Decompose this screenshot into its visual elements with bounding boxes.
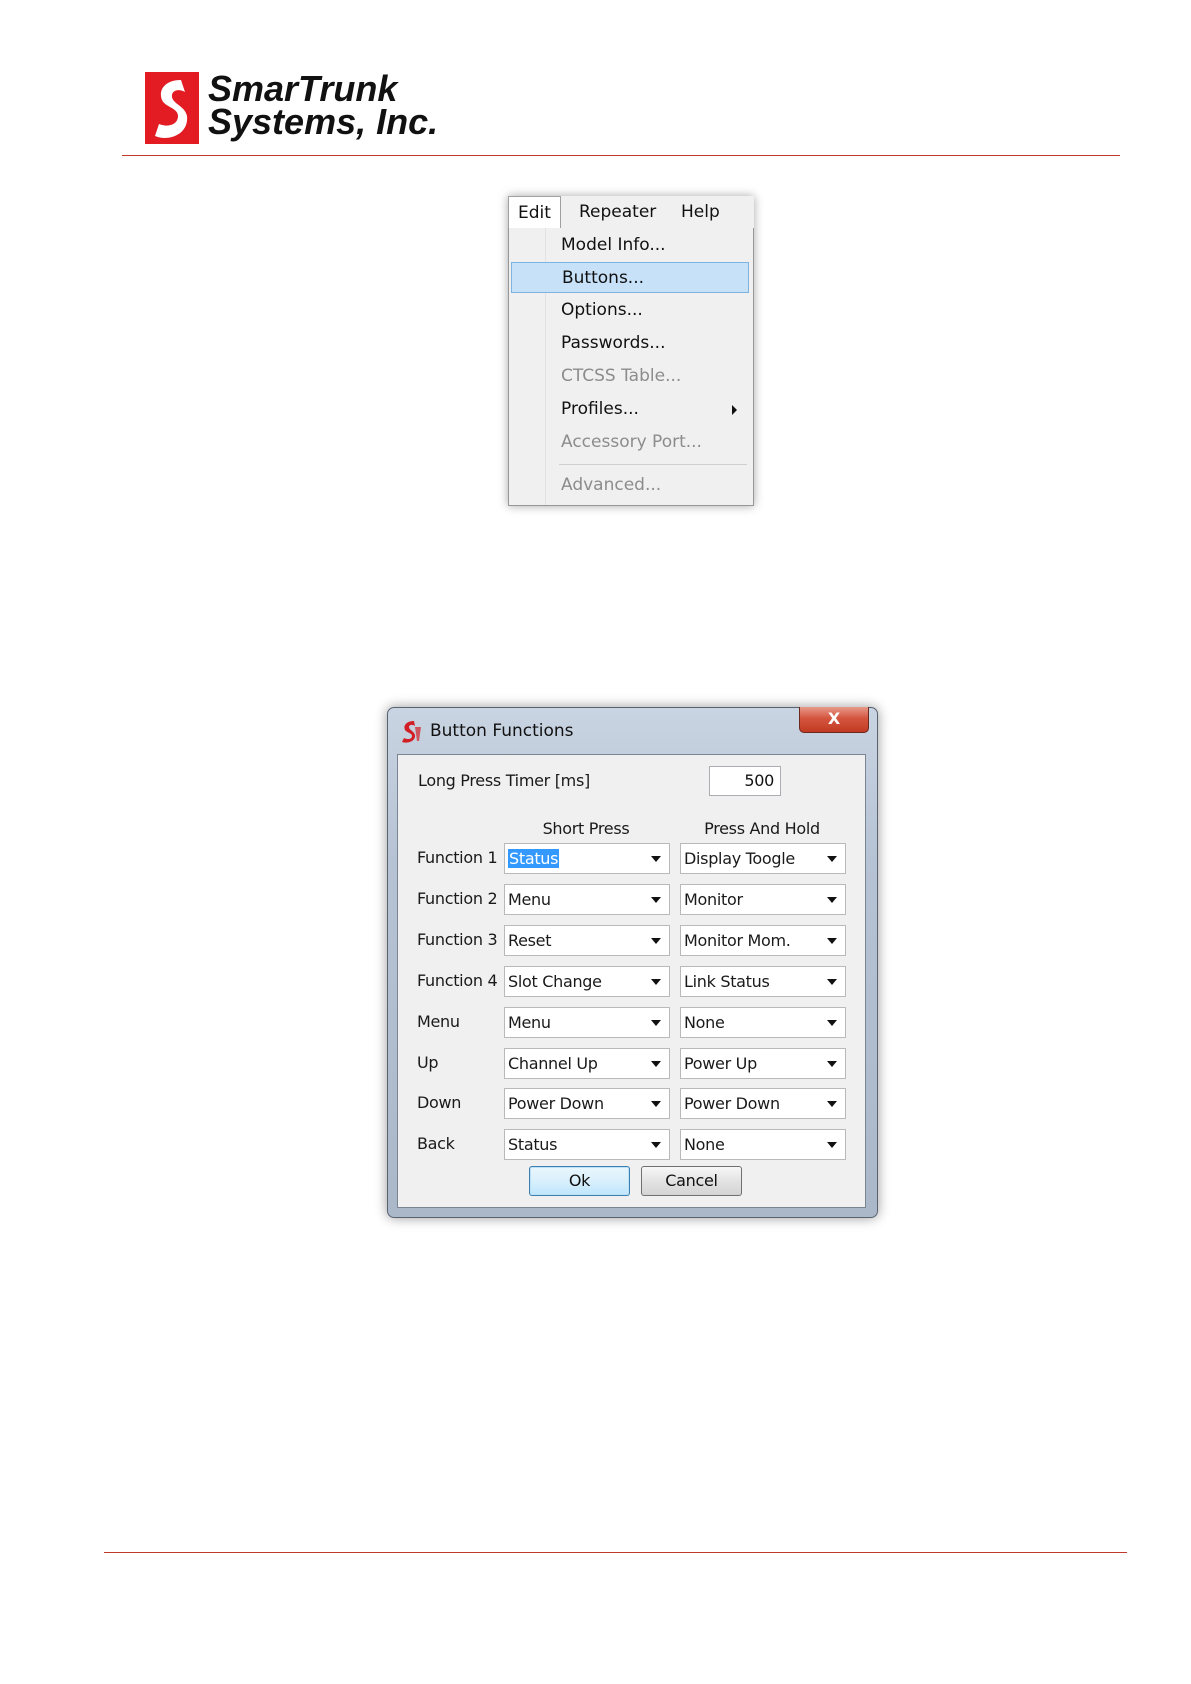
function-4-press-hold-select[interactable]: Link Status (680, 966, 846, 997)
function-1-press-hold-select[interactable]: Display Toogle (680, 843, 846, 874)
dropdown-arrow-icon (827, 979, 837, 985)
dropdown-arrow-icon (827, 1142, 837, 1148)
row-label-function-1: Function 1 (417, 848, 498, 867)
menu-short-press-select[interactable]: Menu (504, 1007, 670, 1038)
function-2-short-press-select[interactable]: Menu (504, 884, 670, 915)
dropdown-arrow-icon (651, 1142, 661, 1148)
menu-item-options[interactable]: Options... (511, 295, 749, 326)
menu-item-advanced[interactable]: Advanced... (511, 470, 749, 501)
cancel-button[interactable]: Cancel (641, 1166, 742, 1196)
back-short-press-select[interactable]: Status (504, 1129, 670, 1160)
ok-button[interactable]: Ok (529, 1166, 630, 1196)
button-functions-dialog: Button Functions X Long Press Timer [ms]… (387, 707, 878, 1218)
footer-divider (104, 1552, 1127, 1553)
dropdown-arrow-icon (651, 1101, 661, 1107)
combo-value: Link Status (684, 972, 770, 991)
row-label-function-4: Function 4 (417, 971, 498, 990)
function-3-short-press-select[interactable]: Reset (504, 925, 670, 956)
menu-item-profiles-label: Profiles... (561, 399, 639, 419)
menu-item-buttons[interactable]: Buttons... (511, 262, 749, 293)
combo-value: Channel Up (508, 1054, 598, 1073)
dropdown-arrow-icon (827, 1061, 837, 1067)
edit-dropdown-menu: Model Info... Buttons... Options... Pass… (508, 228, 754, 506)
down-short-press-select[interactable]: Power Down (504, 1088, 670, 1119)
header-divider (122, 155, 1120, 156)
dropdown-arrow-icon (827, 1020, 837, 1026)
menubar-repeater[interactable]: Repeater (570, 196, 665, 228)
dropdown-arrow-icon (651, 938, 661, 944)
submenu-arrow-icon (732, 405, 737, 415)
dropdown-arrow-icon (827, 938, 837, 944)
menubar: Edit Repeater Help (508, 196, 754, 229)
dropdown-arrow-icon (651, 1020, 661, 1026)
combo-value: Status (508, 849, 560, 868)
dropdown-arrow-icon (651, 897, 661, 903)
menu-item-ctcss-table[interactable]: CTCSS Table... (511, 361, 749, 392)
dropdown-arrow-icon (651, 979, 661, 985)
company-name-line2: Systems, Inc. (208, 101, 439, 142)
short-press-header: Short Press (542, 819, 630, 838)
combo-value: Power Up (684, 1054, 757, 1073)
combo-value: Monitor (684, 890, 743, 909)
edit-menu-screenshot: Edit Repeater Help Model Info... Buttons… (508, 196, 754, 506)
menu-item-profiles[interactable]: Profiles... (511, 394, 749, 425)
function-2-press-hold-select[interactable]: Monitor (680, 884, 846, 915)
long-press-timer-input[interactable]: 500 (709, 766, 781, 796)
row-label-back: Back (417, 1134, 455, 1153)
combo-value: Monitor Mom. (684, 931, 791, 950)
app-icon (402, 721, 421, 743)
row-label-up: Up (417, 1053, 439, 1072)
combo-value: Menu (508, 1013, 551, 1032)
combo-value: Power Down (684, 1094, 780, 1113)
function-4-short-press-select[interactable]: Slot Change (504, 966, 670, 997)
combo-value: None (684, 1013, 725, 1032)
combo-value: None (684, 1135, 725, 1154)
combo-value: Slot Change (508, 972, 602, 991)
row-label-function-2: Function 2 (417, 889, 498, 908)
up-press-hold-select[interactable]: Power Up (680, 1048, 846, 1079)
menubar-help[interactable]: Help (672, 196, 729, 228)
menu-item-model-info[interactable]: Model Info... (511, 230, 749, 261)
function-1-short-press-select[interactable]: Status (504, 843, 670, 874)
up-short-press-select[interactable]: Channel Up (504, 1048, 670, 1079)
combo-value: Menu (508, 890, 551, 909)
row-label-down: Down (417, 1093, 462, 1112)
combo-value: Status (508, 1135, 558, 1154)
menu-item-passwords[interactable]: Passwords... (511, 328, 749, 359)
dropdown-arrow-icon (827, 897, 837, 903)
combo-value: Display Toogle (684, 849, 795, 868)
combo-value: Power Down (508, 1094, 604, 1113)
row-label-menu: Menu (417, 1012, 460, 1031)
function-3-press-hold-select[interactable]: Monitor Mom. (680, 925, 846, 956)
close-button[interactable]: X (799, 707, 869, 733)
dropdown-arrow-icon (651, 856, 661, 862)
menu-press-hold-select[interactable]: None (680, 1007, 846, 1038)
menu-item-accessory-port[interactable]: Accessory Port... (511, 427, 749, 458)
combo-value: Reset (508, 931, 552, 950)
press-and-hold-header: Press And Hold (704, 819, 820, 838)
dropdown-arrow-icon (651, 1061, 661, 1067)
down-press-hold-select[interactable]: Power Down (680, 1088, 846, 1119)
menubar-edit[interactable]: Edit (508, 196, 561, 229)
dialog-body: Long Press Timer [ms] 500 Short Press Pr… (397, 754, 866, 1208)
dialog-title: Button Functions (430, 721, 574, 741)
company-logo-icon (145, 72, 199, 144)
back-press-hold-select[interactable]: None (680, 1129, 846, 1160)
row-label-function-3: Function 3 (417, 930, 498, 949)
menu-separator (559, 464, 747, 465)
long-press-timer-label: Long Press Timer [ms] (418, 771, 590, 790)
dropdown-arrow-icon (827, 856, 837, 862)
dropdown-arrow-icon (827, 1101, 837, 1107)
